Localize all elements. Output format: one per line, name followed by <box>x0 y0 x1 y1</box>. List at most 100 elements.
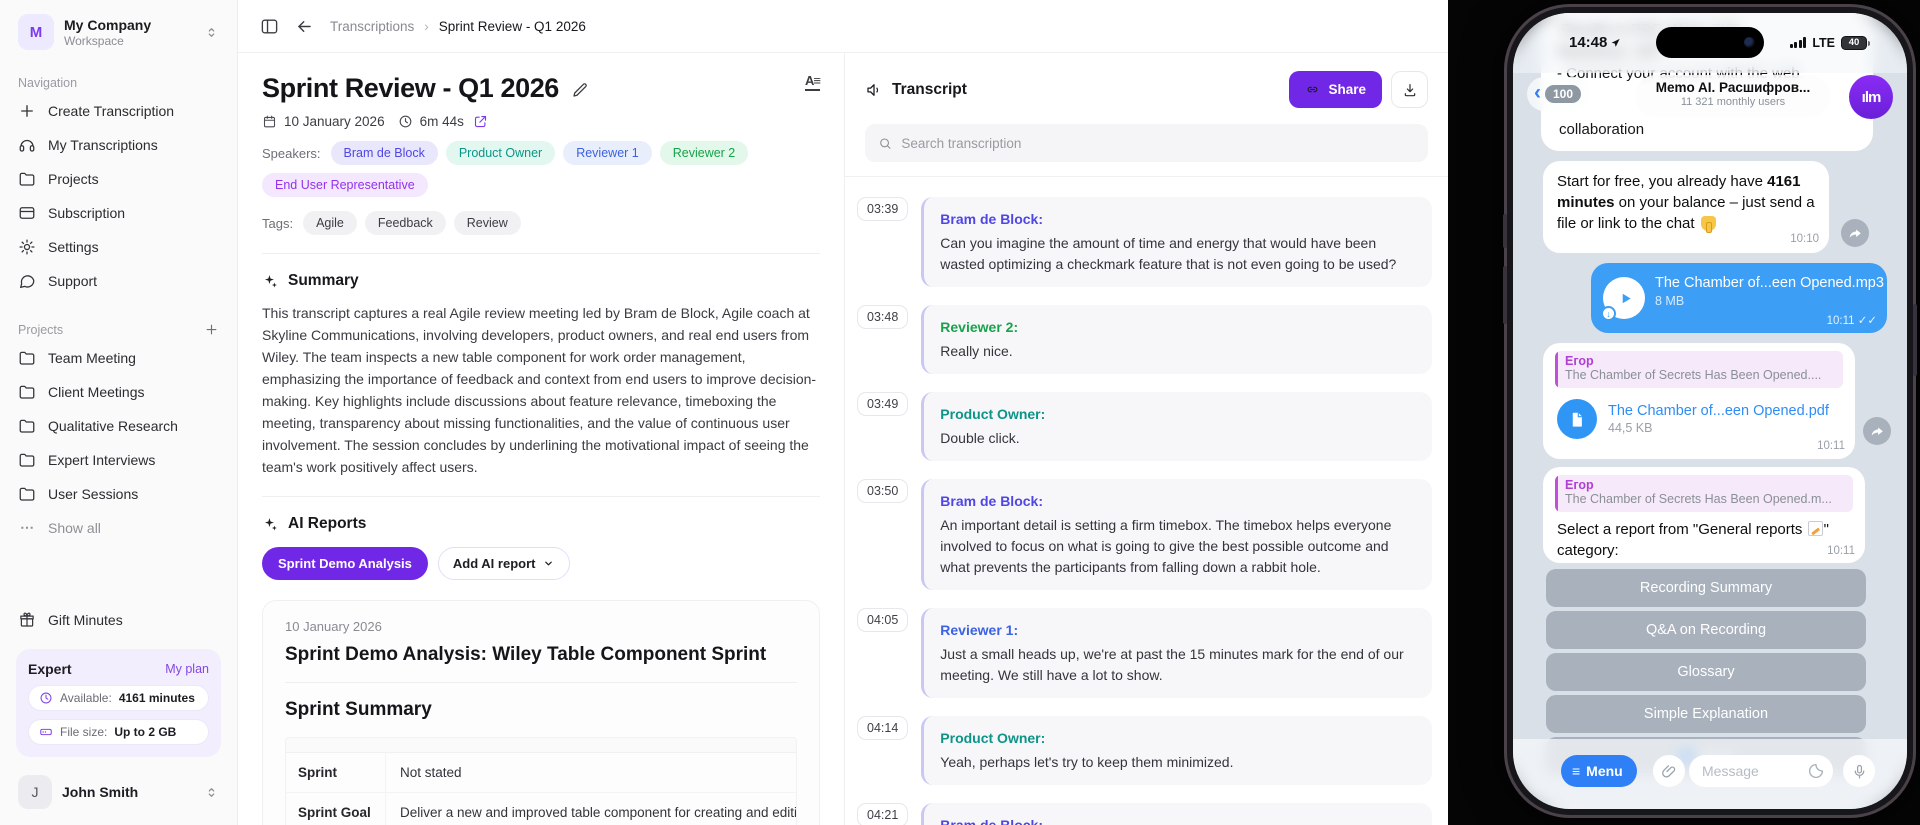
message-text: Start for free, you already have <box>1557 173 1768 190</box>
kb-button-glossary[interactable]: Glossary <box>1546 653 1866 691</box>
speaker-chip[interactable]: Reviewer 2 <box>659 141 749 165</box>
timestamp-chip[interactable]: 03:48 <box>857 305 909 329</box>
sticker-icon[interactable] <box>1807 762 1825 780</box>
breadcrumb-transcriptions[interactable]: Transcriptions <box>330 19 414 34</box>
workspace-switcher[interactable]: M My Company Workspace <box>16 12 221 52</box>
speaker-chip[interactable]: Bram de Block <box>330 141 438 165</box>
play-button[interactable]: ↓ <box>1601 277 1645 321</box>
speaker-chip[interactable]: End User Representative <box>262 173 428 197</box>
bot-message-start[interactable]: Start for free, you already have 4161 mi… <box>1543 161 1829 253</box>
download-icon <box>1402 82 1418 98</box>
text-settings-icon[interactable]: A≡ <box>805 73 821 91</box>
share-button[interactable]: Share <box>1289 71 1382 108</box>
transcript-entries: 03:39 Bram de Block: Can you imagine the… <box>845 177 1448 825</box>
reply-quote[interactable]: Егор The Chamber of Secrets Has Been Ope… <box>1555 475 1853 512</box>
available-label: Available: <box>60 691 112 705</box>
pdf-attachment[interactable]: The Chamber of...een Opened.pdf 44,5 KB <box>1557 399 1829 439</box>
tag-chip[interactable]: Review <box>453 211 521 235</box>
timestamp-chip[interactable]: 04:21 <box>857 803 909 825</box>
tag-chip[interactable]: Agile <box>303 211 357 235</box>
sidebar-project-expert-interviews[interactable]: Expert Interviews <box>16 443 221 477</box>
transcript-heading: Transcript <box>892 80 967 98</box>
breadcrumb-current: Sprint Review - Q1 2026 <box>438 18 586 34</box>
back-arrow-icon[interactable] <box>295 17 314 36</box>
report-tab-sprint-demo-analysis[interactable]: Sprint Demo Analysis <box>262 547 428 580</box>
forward-button[interactable] <box>1863 417 1891 445</box>
sidebar-show-all[interactable]: ⋯ Show all <box>16 511 221 544</box>
user-menu[interactable]: J John Smith <box>16 773 221 811</box>
timestamp-chip[interactable]: 04:05 <box>857 608 909 632</box>
entry-card[interactable]: Bram de Block: <box>921 803 1432 825</box>
speaker-chip[interactable]: Product Owner <box>445 141 556 165</box>
entry-card[interactable]: Bram de Block: An important detail is se… <box>921 479 1432 590</box>
sidebar-gift-minutes[interactable]: Gift Minutes <box>16 603 221 637</box>
speaker-chip[interactable]: Reviewer 1 <box>563 141 652 165</box>
attach-button[interactable] <box>1653 755 1685 787</box>
kb-button-qa-on-recording[interactable]: Q&A on Recording <box>1546 611 1866 649</box>
phone-screen: Results in PDF, Word, TXT, Markdown, SRT… <box>1513 13 1907 809</box>
plus-icon <box>18 102 36 120</box>
my-plan-link[interactable]: My plan <box>165 662 209 676</box>
bot-message-pdf[interactable]: Егор The Chamber of Secrets Has Been Ope… <box>1543 343 1855 459</box>
message-input[interactable] <box>1702 763 1807 779</box>
kb-button-recording-summary[interactable]: Recording Summary <box>1546 569 1866 607</box>
voice-record-button[interactable] <box>1843 755 1875 787</box>
location-arrow-icon <box>1610 37 1621 48</box>
add-ai-report-button[interactable]: Add AI report <box>437 547 571 580</box>
add-project-icon[interactable] <box>204 322 219 337</box>
entry-card[interactable]: Product Owner: Yeah, perhaps let's try t… <box>921 716 1432 785</box>
folder-icon <box>18 485 36 503</box>
volume-down-button <box>1503 266 1507 324</box>
timestamp-chip[interactable]: 03:49 <box>857 392 909 416</box>
chat-title[interactable]: Memo AI. Расшифров... 11 321 monthly use… <box>1635 75 1831 117</box>
bot-avatar[interactable]: ılm <box>1849 75 1893 119</box>
entry-card[interactable]: Bram de Block: Can you imagine the amoun… <box>921 197 1432 287</box>
breadcrumb: Transcriptions › Sprint Review - Q1 2026 <box>330 19 586 34</box>
sidebar-item-projects[interactable]: Projects <box>16 162 221 196</box>
tag-chip[interactable]: Feedback <box>364 211 446 235</box>
search-input[interactable] <box>901 135 1415 151</box>
sidebar-project-user-sessions[interactable]: User Sessions <box>16 477 221 511</box>
reply-quote[interactable]: Егор The Chamber of Secrets Has Been Ope… <box>1555 351 1843 388</box>
quote-text: The Chamber of Secrets Has Been Opened.m… <box>1565 492 1832 506</box>
search-icon <box>878 136 892 151</box>
folder-icon <box>18 451 36 469</box>
table-row: Sprint Goal Deliver a new and improved t… <box>286 793 796 825</box>
back-button[interactable]: ‹ 100 <box>1527 77 1591 111</box>
kb-label: Recording Summary <box>1639 580 1773 596</box>
timestamp-chip[interactable]: 03:39 <box>857 197 909 221</box>
chat-bubble-icon <box>18 272 36 290</box>
sidebar-item-subscription[interactable]: Subscription <box>16 196 221 230</box>
entry-card[interactable]: Reviewer 1: Just a small heads up, we're… <box>921 608 1432 698</box>
download-button[interactable] <box>1391 71 1428 108</box>
timestamp-chip[interactable]: 04:14 <box>857 716 909 740</box>
bot-message-select-report[interactable]: Егор The Chamber of Secrets Has Been Ope… <box>1543 467 1865 563</box>
entry-speaker: Reviewer 1: <box>940 622 1019 638</box>
sidebar-project-team-meeting[interactable]: Team Meeting <box>16 341 221 375</box>
kb-button-simple-explanation[interactable]: Simple Explanation <box>1546 695 1866 733</box>
file-size-value: Up to 2 GB <box>114 725 177 739</box>
external-link-icon[interactable] <box>473 114 488 129</box>
message-time: 10:11 <box>1827 545 1855 557</box>
sidebar-project-qualitative-research[interactable]: Qualitative Research <box>16 409 221 443</box>
report-section-heading: Sprint Summary <box>285 699 432 720</box>
sidebar-item-support[interactable]: Support <box>16 264 221 298</box>
sidebar-project-client-meetings[interactable]: Client Meetings <box>16 375 221 409</box>
timestamp-chip[interactable]: 03:50 <box>857 479 909 503</box>
available-value: 4161 minutes <box>118 691 195 705</box>
entry-card[interactable]: Product Owner: Double click. <box>921 392 1432 461</box>
clock-icon <box>39 691 53 705</box>
sidebar-item-settings[interactable]: Settings <box>16 230 221 264</box>
battery-icon: 40 <box>1841 35 1870 50</box>
headphones-icon <box>18 136 36 154</box>
user-audio-message[interactable]: ↓ The Chamber of...een Opened.mp3 8 MB 1… <box>1591 263 1887 333</box>
available-minutes-pill: Available: 4161 minutes <box>28 685 209 711</box>
sidebar-toggle-icon[interactable] <box>260 17 279 36</box>
forward-button[interactable] <box>1841 219 1869 247</box>
sidebar-item-my-transcriptions[interactable]: My Transcriptions <box>16 128 221 162</box>
sidebar-item-label: Create Transcription <box>48 103 175 119</box>
bot-menu-button[interactable]: ≡ Menu <box>1561 755 1637 787</box>
edit-title-icon[interactable] <box>571 81 589 99</box>
entry-card[interactable]: Reviewer 2: Really nice. <box>921 305 1432 374</box>
sidebar-item-create-transcription[interactable]: Create Transcription <box>16 94 221 128</box>
